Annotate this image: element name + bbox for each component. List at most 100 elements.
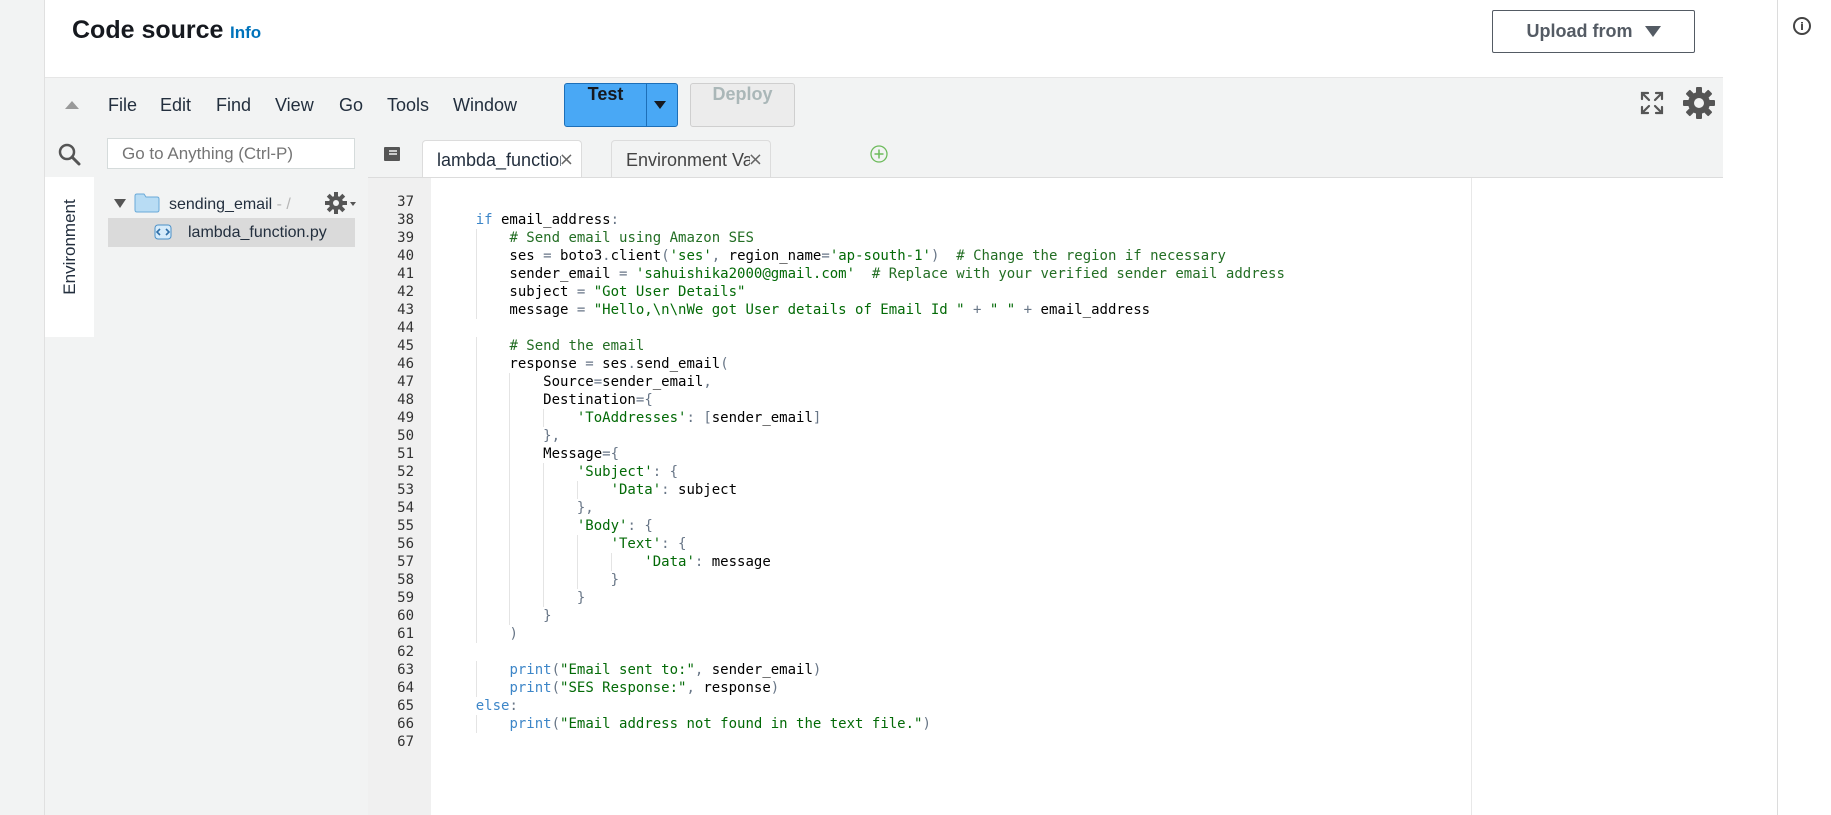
- line-number: 37: [397, 194, 414, 210]
- test-button-label: Test: [587, 84, 624, 104]
- line-number: 45: [397, 338, 414, 354]
- test-dropdown-icon[interactable]: [654, 101, 666, 109]
- code-text: 'Data': subject: [610, 482, 738, 498]
- line-number: 59: [397, 590, 414, 606]
- code-line: 45 # Send the email: [368, 337, 1668, 355]
- deploy-button[interactable]: Deploy: [690, 83, 795, 127]
- code-text: },: [576, 500, 594, 516]
- line-number: 64: [397, 680, 414, 696]
- code-line: 47 Source=sender_email,: [368, 373, 1668, 391]
- page-title: Code source: [72, 16, 224, 44]
- code-line: 62: [368, 643, 1668, 661]
- line-number: 51: [397, 446, 414, 462]
- line-number: 60: [397, 608, 414, 624]
- line-number: 58: [397, 572, 414, 588]
- code-line: 67: [368, 733, 1668, 751]
- code-text: if email_address:: [475, 212, 620, 228]
- editor-tab-bar: lambda_function × Environment Vari ×: [368, 132, 1723, 178]
- code-line: 63 print("Email sent to:", sender_email): [368, 661, 1668, 679]
- code-text: # Send email using Amazon SES: [509, 230, 754, 246]
- go-to-anything-input[interactable]: [107, 138, 355, 169]
- line-number: 56: [397, 536, 414, 552]
- close-icon[interactable]: ×: [559, 149, 574, 170]
- code-text: }: [543, 608, 552, 624]
- menu-edit[interactable]: Edit: [160, 95, 191, 116]
- menu-go[interactable]: Go: [339, 95, 363, 116]
- code-text: # Send the email: [509, 338, 645, 354]
- search-icon[interactable]: [57, 142, 81, 166]
- code-text: },: [543, 428, 561, 444]
- line-number: 54: [397, 500, 414, 516]
- code-line: 42 subject = "Got User Details": [368, 283, 1668, 301]
- code-text: 'ToAddresses': [sender_email]: [576, 410, 822, 426]
- code-text: 'Data': message: [644, 554, 771, 570]
- code-line: 54 },: [368, 499, 1668, 517]
- folder-name: sending_email: [169, 196, 273, 213]
- code-line: 46 response = ses.send_email(: [368, 355, 1668, 373]
- code-line: 51 Message={: [368, 445, 1668, 463]
- collapse-arrow-icon[interactable]: [65, 101, 79, 109]
- close-icon[interactable]: ×: [748, 149, 763, 170]
- code-line: 61 ): [368, 625, 1668, 643]
- expand-arrow-icon[interactable]: [114, 199, 126, 208]
- line-number: 42: [397, 284, 414, 300]
- menu-find[interactable]: Find: [216, 95, 251, 116]
- code-source-panel: Code source Info Upload from File Edit F…: [44, 0, 1724, 815]
- code-line: 48 Destination={: [368, 391, 1668, 409]
- line-number: 66: [397, 716, 414, 732]
- line-number: 50: [397, 428, 414, 444]
- menu-view[interactable]: View: [275, 95, 314, 116]
- code-text: response = ses.send_email(: [442, 356, 729, 372]
- code-line: 60 }: [368, 607, 1668, 625]
- code-line: 38 if email_address:: [368, 211, 1668, 229]
- line-number: 53: [397, 482, 414, 498]
- code-text: }: [610, 572, 620, 588]
- code-line: 59 }: [368, 589, 1668, 607]
- info-icon[interactable]: i: [1793, 17, 1811, 35]
- line-number: 62: [397, 644, 414, 660]
- tab-list-icon[interactable]: [382, 146, 402, 162]
- code-text: print("SES Response:", response): [509, 680, 780, 696]
- info-link[interactable]: Info: [230, 23, 261, 43]
- tab-lambda-function[interactable]: lambda_function ×: [422, 140, 582, 177]
- code-text: 'Text': {: [610, 536, 687, 552]
- code-line: 50 },: [368, 427, 1668, 445]
- folder-settings-icon[interactable]: [324, 191, 348, 215]
- menu-tools[interactable]: Tools: [387, 95, 429, 116]
- code-text: else:: [475, 698, 518, 714]
- code-editor[interactable]: 37 38 if email_address: 39 # Send email us…: [368, 178, 1723, 815]
- ide-menu-bar: File Edit Find View Go Tools Window Test…: [45, 77, 1723, 133]
- menu-file[interactable]: File: [108, 95, 137, 116]
- line-number: 39: [397, 230, 414, 246]
- line-number: 47: [397, 374, 414, 390]
- panel-header: Code source Info Upload from: [45, 0, 1723, 77]
- settings-gear-icon[interactable]: [1681, 85, 1717, 121]
- line-number: 43: [397, 302, 414, 318]
- side-tab-strip: [45, 337, 95, 815]
- search-area: [45, 132, 368, 178]
- line-number: 38: [397, 212, 414, 228]
- file-name: lambda_function.py: [188, 224, 327, 241]
- add-tab-icon[interactable]: [870, 145, 888, 163]
- line-number: 41: [397, 266, 414, 282]
- code-line: 39 # Send email using Amazon SES: [368, 229, 1668, 247]
- code-text: message = "Hello,\n\nWe got User details…: [442, 302, 1151, 318]
- line-number: 63: [397, 662, 414, 678]
- line-number: 61: [397, 626, 414, 642]
- upload-from-button[interactable]: Upload from: [1492, 10, 1695, 53]
- code-text: Destination={: [442, 392, 653, 408]
- code-line: 57 'Data': message: [368, 553, 1668, 571]
- code-line: 55 'Body': {: [368, 517, 1668, 535]
- line-number: 55: [397, 518, 414, 534]
- code-text: }: [576, 590, 586, 606]
- environment-side-tab[interactable]: Environment: [45, 177, 95, 337]
- folder-item[interactable]: sending_email - /: [169, 196, 291, 214]
- fullscreen-icon[interactable]: [1639, 90, 1665, 116]
- caret-down-icon: [1644, 26, 1661, 37]
- test-button[interactable]: Test: [564, 83, 678, 127]
- file-tree: sending_email - / lambda_function.py: [94, 177, 369, 815]
- file-item[interactable]: lambda_function.py: [108, 218, 355, 247]
- tab-environment-variables[interactable]: Environment Vari ×: [611, 140, 771, 177]
- help-rail: [1777, 0, 1831, 815]
- menu-window[interactable]: Window: [453, 95, 517, 116]
